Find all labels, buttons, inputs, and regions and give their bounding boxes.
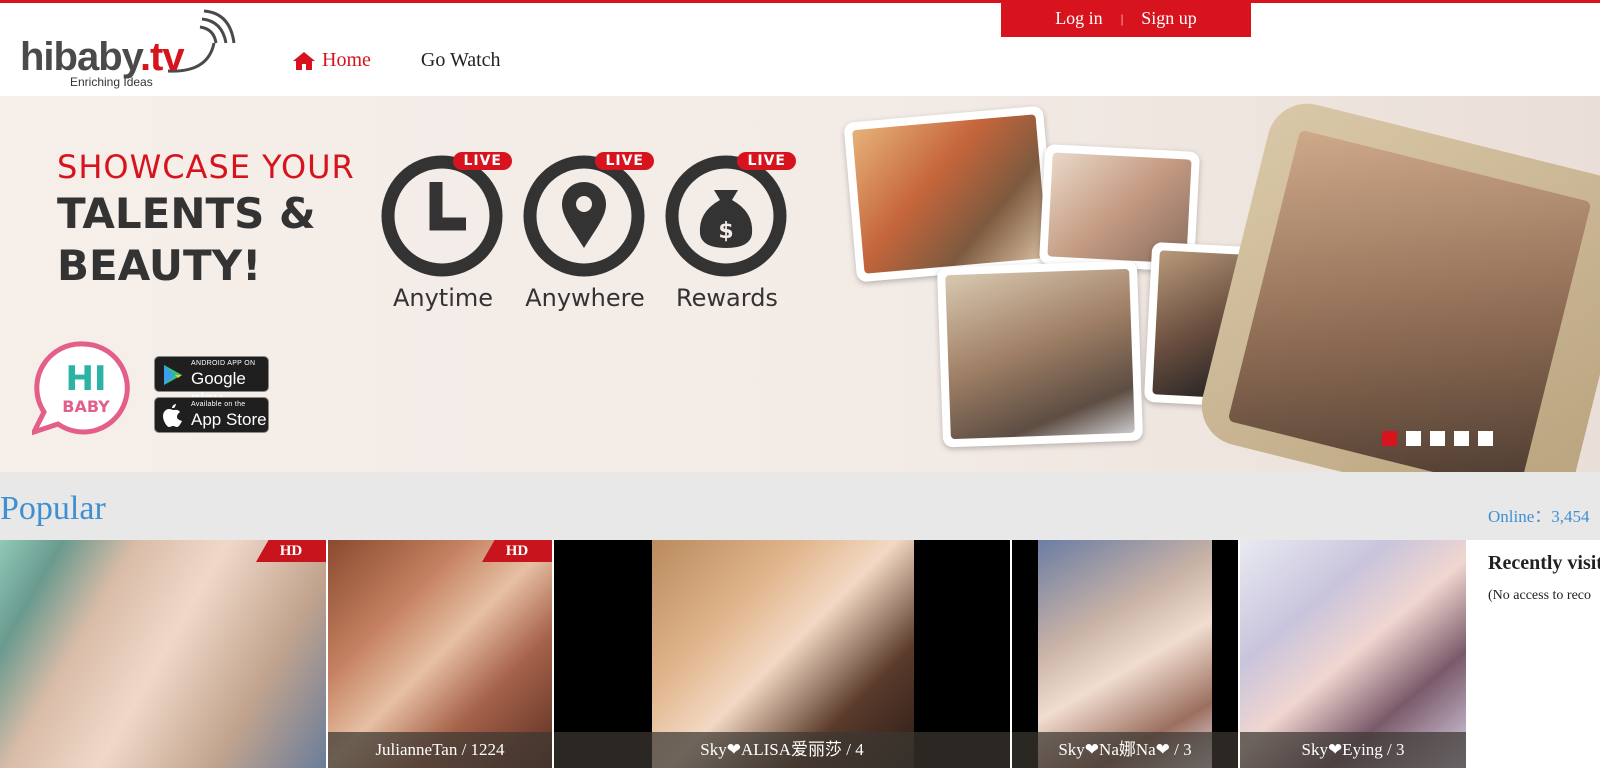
collage-photo [936, 260, 1144, 448]
live-badge: LIVE [595, 152, 654, 170]
hi-baby-badge: HI BABY [29, 340, 132, 441]
feature-rewards: $ LIVE Rewards [664, 152, 796, 312]
popular-section-header: Popular Online：3,454 [0, 472, 1600, 540]
stream-caption: Sky❤Eying / 3 [1240, 732, 1466, 768]
feature-label: Rewards [676, 284, 778, 312]
recently-visited-note: (No access to reco [1488, 588, 1592, 603]
headline-line1: SHOWCASE YOUR [57, 148, 355, 186]
smartphone-illustration [1193, 96, 1600, 472]
svg-text:BABY: BABY [62, 397, 110, 416]
svg-text:$: $ [718, 219, 733, 244]
carousel-dot-3[interactable] [1430, 431, 1445, 446]
feature-anytime: LIVE Anytime [380, 152, 512, 312]
headline-line3: BEAUTY! [57, 241, 262, 290]
nav-go-watch[interactable]: Go Watch [421, 49, 501, 72]
logo-tagline: Enriching Ideas [70, 75, 153, 89]
banner-headline: SHOWCASE YOUR TALENTS & BEAUTY! [57, 148, 355, 290]
recently-visited-title: Recently visit [1488, 552, 1600, 574]
headline-line2: TALENTS & [57, 189, 316, 238]
live-badge: LIVE [453, 152, 512, 170]
money-bag-icon: $ [665, 155, 787, 277]
hi-baby-logo-icon: HI BABY [29, 341, 130, 437]
carousel-dot-5[interactable] [1478, 431, 1493, 446]
stream-caption: Sky❤Na娜Na❤ / 3 [1012, 732, 1238, 768]
stream-caption: Sky❤ALISA爱丽莎 / 4 [554, 732, 1010, 768]
location-pin-icon [523, 155, 645, 277]
live-badge: LIVE [737, 152, 796, 170]
signup-link[interactable]: Sign up [1141, 8, 1197, 29]
popular-streams-list: HD HD JulianneTan / 1224 Sky❤ALISA爱丽莎 / … [0, 540, 1470, 768]
feature-label: Anytime [392, 284, 494, 312]
stream-card[interactable]: HD JulianneTan / 1224 [328, 540, 552, 768]
stream-card[interactable]: HD [0, 540, 326, 768]
stream-card[interactable]: Sky❤ALISA爱丽莎 / 4 [554, 540, 1010, 768]
apple-icon [163, 404, 182, 427]
nav-go-watch-label: Go Watch [420, 49, 501, 71]
carousel-dot-4[interactable] [1454, 431, 1469, 446]
feature-label: Anywhere [525, 284, 645, 312]
home-icon [293, 51, 315, 70]
app-store-button[interactable]: Available on the App Store [154, 397, 269, 433]
recently-visited-panel: Recently visit (No access to reco [1476, 540, 1600, 768]
nav-home-label: Home [322, 49, 371, 71]
collage-photo [843, 105, 1057, 283]
site-header: hibaby.tv Enriching Ideas Home Go Watch … [0, 0, 1600, 95]
google-play-button[interactable]: ANDROID APP ON Google play [154, 356, 269, 408]
clock-icon [381, 155, 503, 277]
online-count: Online：3,454 [1488, 507, 1590, 526]
popular-title: Popular [0, 490, 106, 527]
login-link[interactable]: Log in [1055, 8, 1103, 29]
logo-wordmark: hibaby.tv [20, 35, 185, 79]
carousel-dot-1[interactable] [1382, 431, 1397, 446]
auth-separator: | [1120, 10, 1124, 26]
stream-thumbnail [0, 540, 326, 768]
auth-bar: Log in | Sign up [1001, 0, 1251, 37]
stream-card[interactable]: Sky❤Eying / 3 [1240, 540, 1466, 768]
carousel-dots [1382, 431, 1493, 446]
main-nav: Home Go Watch [292, 49, 501, 72]
google-play-icon [164, 365, 182, 385]
feature-anywhere: LIVE Anywhere [522, 152, 654, 312]
nav-home[interactable]: Home [292, 49, 371, 72]
banner-photo-collage [830, 96, 1600, 472]
svg-text:HI: HI [65, 359, 106, 399]
stream-caption: JulianneTan / 1224 [328, 732, 552, 768]
stream-card[interactable]: Sky❤Na娜Na❤ / 3 [1012, 540, 1238, 768]
hero-banner[interactable]: SHOWCASE YOUR TALENTS & BEAUTY! LIVE Any… [0, 96, 1600, 472]
carousel-dot-2[interactable] [1406, 431, 1421, 446]
site-logo[interactable]: hibaby.tv Enriching Ideas [18, 9, 238, 93]
